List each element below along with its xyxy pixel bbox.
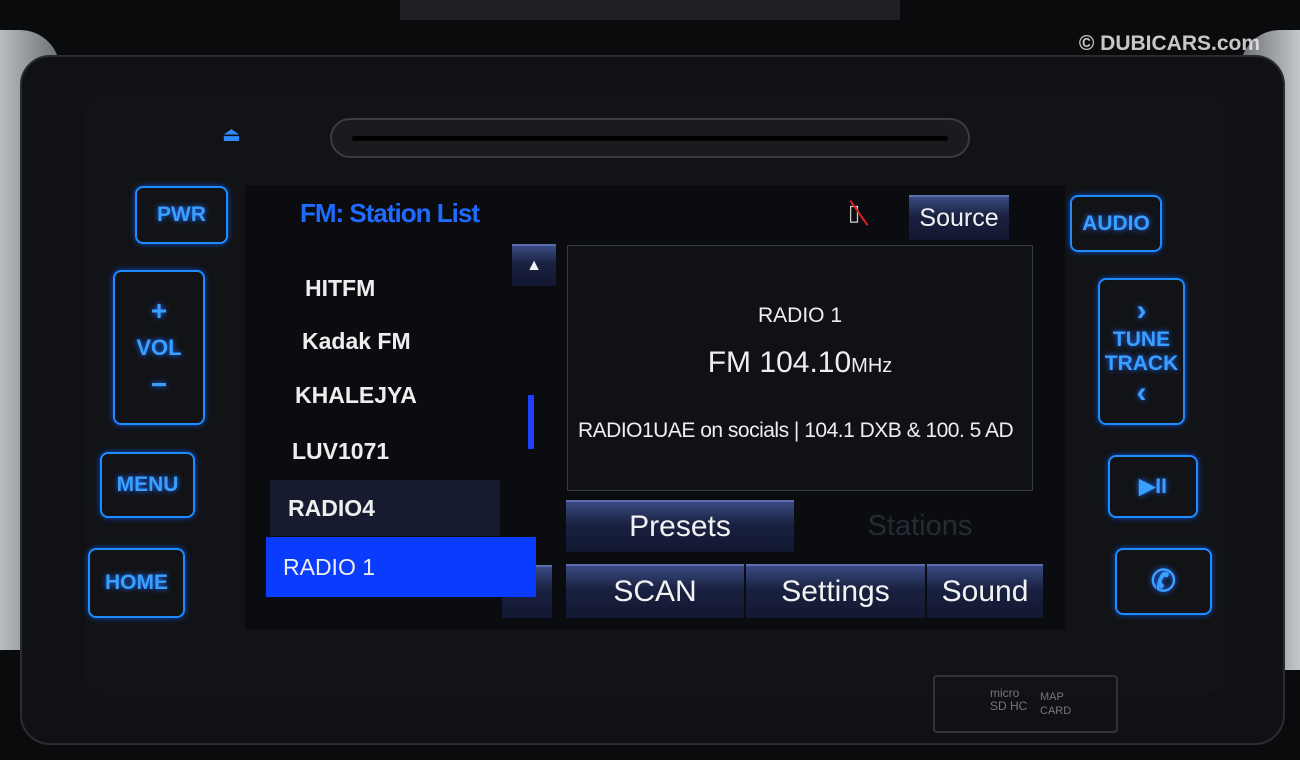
station-list-item[interactable]: HITFM bbox=[270, 260, 500, 316]
play-pause-icon: ▶II bbox=[1139, 475, 1167, 498]
radio-text: RADIO1UAE on socials | 104.1 DXB & 100. … bbox=[578, 419, 1014, 442]
station-name: LUV1071 bbox=[292, 437, 390, 464]
source-label: Source bbox=[919, 204, 999, 232]
settings-button[interactable]: Settings bbox=[746, 564, 925, 618]
vol-label: VOL bbox=[136, 334, 182, 360]
station-name: RADIO4 bbox=[288, 494, 375, 521]
scan-button[interactable]: SCAN bbox=[566, 564, 744, 618]
home-label: HOME bbox=[105, 571, 168, 594]
power-label: PWR bbox=[157, 203, 206, 226]
page-title: FM: Station List bbox=[300, 198, 480, 228]
sound-label: Sound bbox=[941, 575, 1029, 608]
frequency: 104.10 bbox=[759, 346, 852, 379]
station-list-item[interactable]: KHALEJYA bbox=[270, 367, 500, 423]
tab-stations[interactable]: Stations bbox=[800, 510, 1040, 550]
play-pause-button[interactable]: ▶II bbox=[1108, 455, 1198, 518]
tune-prev-button[interactable]: ‹ bbox=[1137, 376, 1147, 410]
volume-control[interactable]: + VOL − bbox=[113, 270, 205, 425]
station-name: Kadak FM bbox=[302, 327, 411, 354]
microsd-logo: micro SD HC bbox=[990, 686, 1028, 713]
source-button[interactable]: Source bbox=[909, 195, 1009, 240]
station-name: HITFM bbox=[305, 274, 376, 301]
phone-disconnected-icon: ▯ bbox=[848, 200, 861, 225]
map-label: MAP bbox=[1040, 691, 1064, 703]
station-name: RADIO 1 bbox=[757, 304, 843, 327]
tab-label: Presets bbox=[629, 510, 731, 543]
cd-slot bbox=[330, 118, 970, 158]
menu-button[interactable]: MENU bbox=[100, 452, 195, 518]
station-name: RADIO 1 bbox=[283, 553, 376, 580]
frequency-unit: MHz bbox=[851, 355, 893, 377]
vol-plus-button[interactable]: + bbox=[151, 295, 167, 327]
phone-icon: ✆ bbox=[1150, 565, 1177, 598]
scan-label: SCAN bbox=[613, 575, 697, 608]
band: FM bbox=[707, 346, 752, 379]
tune-next-button[interactable]: › bbox=[1137, 294, 1147, 328]
audio-button[interactable]: AUDIO bbox=[1070, 195, 1162, 252]
scroll-up-button[interactable]: ▲ bbox=[512, 244, 556, 286]
map-card-slot: micro SD HC MAP CARD bbox=[933, 675, 1118, 733]
vent-trim bbox=[400, 0, 900, 20]
menu-label: MENU bbox=[116, 473, 179, 496]
now-playing-panel: RADIO 1 FM 104.10MHz RADIO1UAE on social… bbox=[567, 245, 1033, 491]
watermark: © DUBICARS.com bbox=[1078, 32, 1260, 55]
eject-icon[interactable]: ⏏ bbox=[222, 122, 241, 147]
power-button[interactable]: PWR bbox=[135, 186, 228, 244]
tab-presets[interactable]: Presets bbox=[566, 500, 794, 552]
station-list-item[interactable]: RADIO4 bbox=[270, 480, 500, 536]
audio-label: AUDIO bbox=[1082, 211, 1150, 235]
station-list-item[interactable]: Kadak FM bbox=[270, 313, 500, 369]
settings-label: Settings bbox=[781, 575, 890, 608]
sound-button[interactable]: Sound bbox=[927, 564, 1043, 618]
station-list-item-selected[interactable]: RADIO 1 bbox=[266, 537, 536, 597]
station-list-item[interactable]: LUV1071 bbox=[270, 423, 500, 479]
tune-label: TUNE bbox=[1112, 327, 1171, 351]
scrollbar-thumb[interactable] bbox=[528, 395, 534, 449]
home-button[interactable]: HOME bbox=[88, 548, 185, 618]
frequency-display: FM 104.10MHz bbox=[568, 346, 1032, 380]
card-label: CARD bbox=[1040, 705, 1072, 717]
vol-minus-button[interactable]: − bbox=[151, 369, 167, 401]
track-label: TRACK bbox=[1104, 351, 1179, 375]
arrow-up-icon: ▲ bbox=[526, 257, 542, 274]
phone-button[interactable]: ✆ bbox=[1115, 548, 1212, 615]
tune-track-control[interactable]: › TUNE TRACK ‹ bbox=[1098, 278, 1185, 425]
station-name: KHALEJYA bbox=[295, 381, 417, 408]
